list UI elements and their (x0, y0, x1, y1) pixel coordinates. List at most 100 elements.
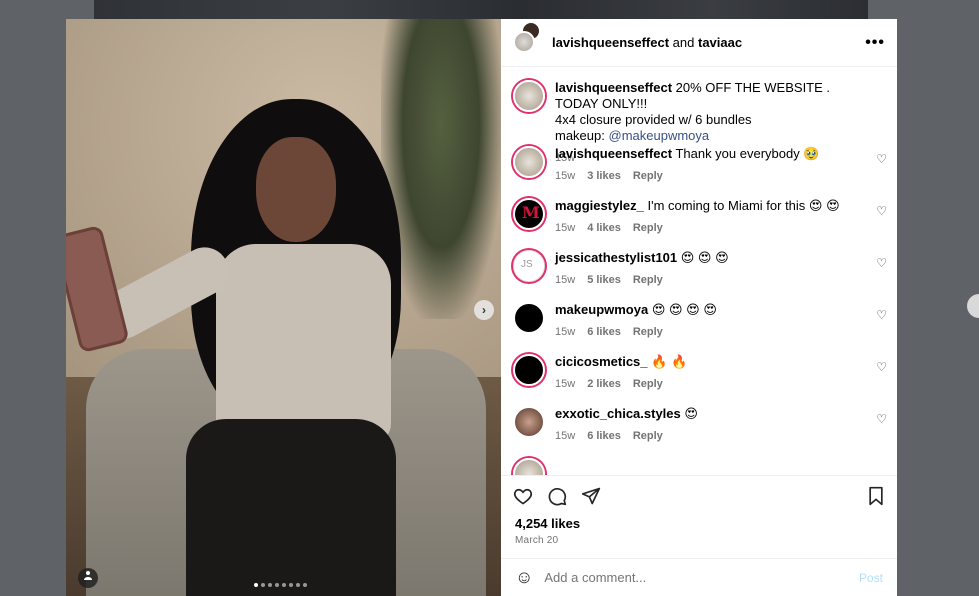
comment-body: maggiestylez_ I'm coming to Miami for th… (555, 198, 885, 250)
comment-time: 15w (555, 378, 576, 390)
comment-row: jessicathestylist101 😍 😍 😍 15w 5 likes Rep… (501, 250, 897, 302)
comment-row: cicicosmetics_ 🔥 🔥 15w 2 likes Reply ♡ (501, 354, 897, 406)
share-icon[interactable] (581, 486, 601, 506)
like-comment-icon[interactable]: ♡ (876, 152, 887, 166)
like-comment-icon[interactable]: ♡ (876, 308, 887, 322)
comment-username[interactable]: maggiestylez_ (555, 198, 644, 213)
comments-list[interactable]: lavishqueenseffect 20% OFF THE WEBSITE .… (501, 68, 897, 475)
comment-time: 15w (555, 222, 576, 234)
comment-row-partial (501, 458, 897, 475)
comment-likes[interactable]: 6 likes (587, 430, 621, 442)
comment-row: exxotic_chica.styles 😍 15w 6 likes Reply ♡ (501, 406, 897, 458)
tagged-user-icon[interactable] (78, 568, 98, 588)
reply-button[interactable]: Reply (633, 430, 663, 442)
comment-time: 15w (555, 170, 576, 182)
side-navigation-button[interactable] (967, 294, 979, 318)
like-comment-icon[interactable]: ♡ (876, 360, 887, 374)
post-media: › (66, 19, 501, 596)
carousel-dot (275, 583, 279, 587)
comment-icon[interactable] (547, 486, 567, 506)
carousel-dot (303, 583, 307, 587)
reply-button[interactable]: Reply (633, 170, 663, 182)
reply-button[interactable]: Reply (633, 326, 663, 338)
avatar[interactable] (513, 198, 545, 230)
post-actions: 4,254 likes March 20 (501, 475, 897, 558)
carousel-dot-active (254, 583, 258, 587)
caption-row: lavishqueenseffect 20% OFF THE WEBSITE .… (501, 68, 897, 164)
comment-username[interactable]: exxotic_chica.styles (555, 406, 681, 421)
comment-body: exxotic_chica.styles 😍 15w 6 likes Reply (555, 406, 885, 458)
comment-body: makeupwmoya 😍 😍 😍 😍 15w 6 likes Reply (555, 302, 885, 354)
caption-username[interactable]: lavishqueenseffect (555, 80, 672, 95)
next-image-button[interactable]: › (474, 300, 494, 320)
carousel-dot (282, 583, 286, 587)
comment-input[interactable] (544, 570, 859, 585)
action-icons (501, 476, 897, 506)
comment-username[interactable]: makeupwmoya (555, 302, 648, 317)
save-bookmark-icon[interactable] (867, 486, 885, 506)
like-icon[interactable] (513, 486, 533, 506)
comment-text: 🔥 🔥 (651, 354, 688, 369)
author-avatars[interactable] (513, 20, 541, 57)
reply-button[interactable]: Reply (633, 274, 663, 286)
comment-text: 😍 (684, 406, 698, 421)
comment-body: jessicathestylist101 😍 😍 😍 15w 5 likes Rep… (555, 250, 885, 302)
comment-time: 15w (555, 326, 576, 338)
mention-link[interactable]: @makeupwmoya (609, 128, 710, 143)
post-modal: › lavishqueenseffect and taviaac ••• lav… (66, 19, 897, 596)
comment-likes[interactable]: 4 likes (587, 222, 621, 234)
comment-time: 15w (555, 274, 576, 286)
more-options-icon[interactable]: ••• (865, 34, 885, 52)
like-comment-icon[interactable]: ♡ (876, 256, 887, 270)
avatar[interactable] (513, 146, 545, 178)
comment-time: 15w (555, 430, 576, 442)
carousel-dot (289, 583, 293, 587)
photo-sweater (216, 244, 391, 444)
caption-text: lavishqueenseffect 20% OFF THE WEBSITE .… (555, 80, 865, 144)
photo-legs (186, 419, 396, 596)
author-link-1[interactable]: lavishqueenseffect (552, 35, 669, 50)
author-joiner: and (672, 35, 695, 50)
background-feed-strip (94, 0, 868, 19)
carousel-dot (268, 583, 272, 587)
comment-likes[interactable]: 5 likes (587, 274, 621, 286)
comment-text: I'm coming to Miami for this 😍 😍 (647, 198, 840, 213)
reply-button[interactable]: Reply (633, 222, 663, 234)
post-header: lavishqueenseffect and taviaac ••• (501, 19, 897, 67)
like-comment-icon[interactable]: ♡ (876, 412, 887, 426)
comment-username[interactable]: cicicosmetics_ (555, 354, 648, 369)
comment-username[interactable]: jessicathestylist101 (555, 250, 677, 265)
post-comment-button[interactable]: Post (859, 571, 883, 585)
avatar[interactable] (513, 458, 545, 475)
post-side-panel: lavishqueenseffect and taviaac ••• lavis… (501, 19, 897, 596)
emoji-icon[interactable]: ☺ (515, 567, 533, 588)
comment-row: lavishqueenseffect Thank you everybody 🥹… (501, 146, 897, 198)
like-comment-icon[interactable]: ♡ (876, 204, 887, 218)
likes-count[interactable]: 4,254 likes (501, 506, 897, 531)
carousel-dot (261, 583, 265, 587)
avatar[interactable] (513, 80, 545, 112)
avatar[interactable] (513, 354, 545, 386)
avatar[interactable] (513, 250, 545, 282)
comment-likes[interactable]: 2 likes (587, 378, 621, 390)
comment-text: Thank you everybody 🥹 (675, 146, 820, 161)
author-link-2[interactable]: taviaac (698, 35, 742, 50)
reply-button[interactable]: Reply (633, 378, 663, 390)
avatar[interactable] (513, 406, 545, 438)
post-authors: lavishqueenseffect and taviaac (552, 35, 742, 50)
avatar[interactable] (513, 302, 545, 334)
comment-likes[interactable]: 3 likes (587, 170, 621, 182)
comment-username[interactable]: lavishqueenseffect (555, 146, 672, 161)
avatar-lavishqueenseffect (513, 30, 535, 53)
comment-row: maggiestylez_ I'm coming to Miami for th… (501, 198, 897, 250)
comment-body: cicicosmetics_ 🔥 🔥 15w 2 likes Reply (555, 354, 885, 406)
caption-line3-prefix: makeup: (555, 128, 605, 143)
comment-likes[interactable]: 6 likes (587, 326, 621, 338)
comment-row: makeupwmoya 😍 😍 😍 😍 15w 6 likes Reply ♡ (501, 302, 897, 354)
carousel-dot (296, 583, 300, 587)
post-date: March 20 (515, 535, 559, 546)
comment-text: 😍 😍 😍 (680, 250, 729, 265)
photo-face (256, 137, 336, 242)
carousel-dots (254, 583, 307, 587)
caption-line2: 4x4 closure provided w/ 6 bundles (555, 112, 752, 127)
